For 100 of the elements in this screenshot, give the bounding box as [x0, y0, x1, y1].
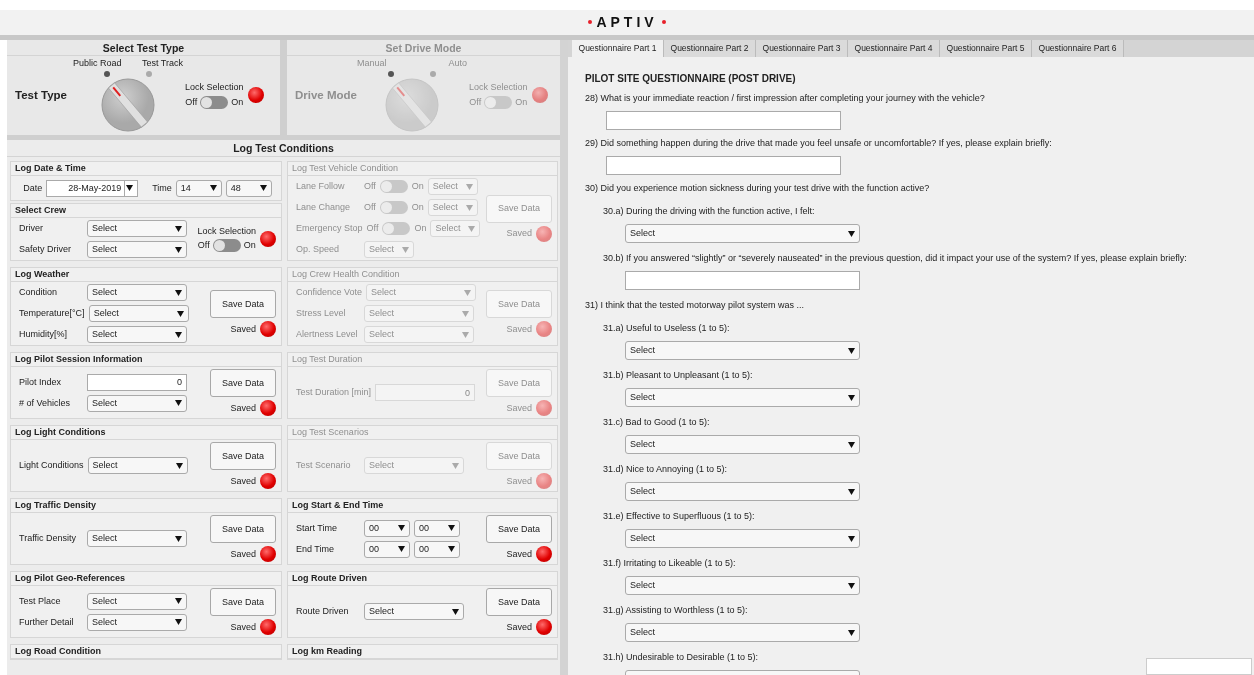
answer-field[interactable] — [625, 271, 860, 290]
caret-icon — [175, 619, 182, 625]
panel-title: Set Drive Mode — [287, 40, 560, 56]
saved-label: Saved — [506, 475, 532, 487]
dropdown[interactable]: 00 — [414, 540, 460, 558]
option-label[interactable]: Public Road — [73, 58, 122, 69]
answer-field[interactable] — [606, 111, 841, 130]
field-label: Test Scenario — [296, 460, 352, 471]
save-button[interactable]: Save Data — [210, 290, 276, 318]
field-label: Lane Follow — [296, 181, 346, 192]
toggle-switch[interactable] — [200, 95, 229, 109]
dropdown[interactable]: Select — [88, 305, 189, 322]
dropdown[interactable]: 48 — [225, 179, 272, 197]
dropdown[interactable]: Select — [87, 592, 187, 610]
answer-field[interactable] — [606, 156, 841, 175]
tab[interactable]: Questionnaire Part 4 — [848, 40, 940, 57]
tab[interactable]: Questionnaire Part 5 — [940, 40, 1032, 57]
section-title: Log Test Duration — [288, 353, 557, 367]
dropdown[interactable]: Select — [87, 241, 187, 258]
save-button[interactable]: Save Data — [210, 515, 276, 543]
off-label: Off — [364, 202, 376, 213]
caret-icon — [848, 347, 855, 354]
panel-title: Select Test Type — [7, 40, 280, 56]
off-label: Off — [197, 240, 210, 252]
question-text: 31.b) Pleasant to Unpleasant (1 to 5): — [603, 370, 754, 382]
section-title: Log Weather — [11, 268, 281, 282]
dropdown[interactable]: Select — [625, 623, 860, 642]
field-label: Light Conditions — [19, 460, 84, 471]
off-label: Off — [469, 97, 482, 108]
section-title: Log Test Scenarios — [288, 426, 557, 440]
dropdown[interactable]: Select — [87, 284, 187, 301]
field-label: Lane Change — [296, 202, 352, 213]
dropdown[interactable]: Select — [625, 388, 860, 407]
dropdown[interactable]: Select — [625, 341, 860, 360]
dropdown[interactable]: Select — [364, 603, 464, 620]
save-button[interactable]: Save Data — [486, 588, 552, 616]
toggle-switch[interactable] — [212, 239, 241, 253]
save-button[interactable]: Save Data — [486, 515, 552, 543]
caret-icon — [175, 331, 182, 338]
caret-icon — [464, 289, 472, 296]
question-text: 31.e) Effective to Superfluous (1 to 5): — [603, 511, 756, 523]
dropdown[interactable]: 00 — [364, 540, 410, 558]
dropdown[interactable]: Select — [87, 220, 187, 237]
save-button[interactable]: Save Data — [210, 369, 276, 397]
caret-icon — [452, 462, 459, 469]
save-button[interactable]: Save Data — [210, 442, 276, 470]
saved-label: Saved — [506, 323, 532, 335]
section-title: Log Light Conditions — [11, 426, 281, 440]
save-button[interactable]: Save Data — [210, 588, 276, 616]
input-field[interactable]: 0 — [87, 373, 187, 391]
caret-icon — [175, 225, 182, 232]
tab[interactable]: Questionnaire Part 6 — [1032, 40, 1124, 57]
dropdown[interactable]: 14 — [175, 179, 222, 197]
section-title: Log Road Condition — [11, 645, 281, 659]
date-field[interactable]: 28-May-2019 — [46, 179, 139, 197]
option-label[interactable]: Test Track — [142, 58, 183, 69]
caret-icon — [462, 331, 469, 338]
dropdown[interactable]: Select — [625, 482, 860, 501]
rotary-knob[interactable] — [98, 76, 158, 133]
dropdown[interactable]: Select — [625, 576, 860, 595]
dropdown[interactable]: 00 — [414, 519, 460, 537]
dropdown[interactable]: Select — [87, 394, 187, 412]
field-label: Test Place — [19, 595, 62, 607]
dropdown[interactable]: Select — [625, 529, 860, 548]
tab[interactable]: Questionnaire Part 1 — [572, 40, 664, 57]
caret-icon — [175, 289, 182, 296]
section-title: Log Pilot Session Information — [11, 353, 281, 367]
mode-label: Drive Mode — [295, 88, 357, 103]
caret-icon — [176, 310, 184, 317]
on-label: On — [411, 181, 424, 192]
saved-label: Saved — [230, 402, 256, 414]
on-label: On — [243, 240, 256, 252]
dropdown[interactable]: Select — [87, 457, 188, 474]
tab[interactable]: Questionnaire Part 2 — [664, 40, 756, 57]
question-text: 30.a) During the driving with the function active, I felt: — [603, 206, 816, 218]
question-text: 31) I think that the tested motorway pilot system was ... — [585, 300, 806, 312]
dropdown[interactable]: 00 — [364, 519, 410, 537]
caret-icon — [398, 525, 405, 531]
saved-label: Saved — [230, 548, 256, 560]
caret-icon — [465, 204, 473, 211]
dropdown[interactable]: Select — [87, 613, 187, 631]
dropdown[interactable]: Select — [625, 435, 860, 454]
question-text: 30) Did you experience motion sickness during your test drive with the function active? — [585, 183, 931, 195]
caret-icon — [462, 310, 469, 317]
caret-icon — [848, 394, 855, 401]
caret-icon — [848, 488, 855, 495]
saved-label: Saved — [506, 402, 532, 414]
field-label: Humidity[%] — [19, 329, 68, 340]
dropdown[interactable]: Select — [87, 326, 187, 343]
dropdown[interactable]: Select — [87, 530, 187, 547]
saved-label: Saved — [230, 475, 256, 487]
lock-label: Lock Selection — [469, 82, 528, 93]
caret-icon — [175, 535, 182, 542]
mode-label: Test Type — [15, 88, 68, 103]
on-label: On — [411, 202, 424, 213]
field-label: Time — [152, 182, 172, 194]
tab[interactable]: Questionnaire Part 3 — [756, 40, 848, 57]
dropdown[interactable]: Select — [625, 224, 860, 243]
section-title: Log Pilot Geo-References — [11, 572, 281, 586]
question-text: 31.h) Undesirable to Desirable (1 to 5): — [603, 652, 760, 664]
